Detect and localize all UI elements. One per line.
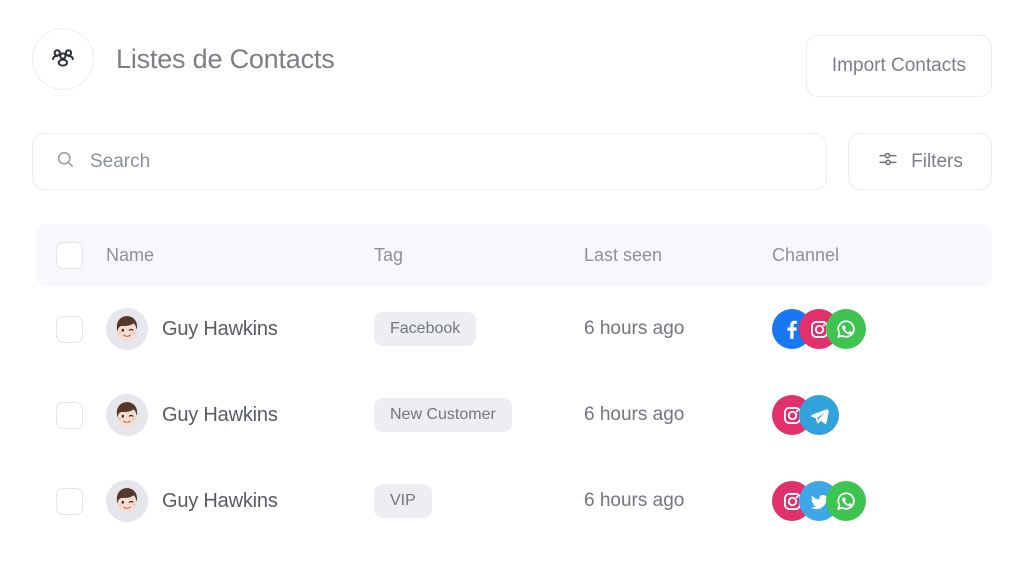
page-header: Listes de Contacts Import Contacts	[0, 0, 1024, 118]
contact-tag-cell: VIP	[374, 484, 584, 518]
contacts-table: Name Tag Last seen Channel Guy Hawkins F…	[36, 224, 992, 544]
contact-name: Guy Hawkins	[162, 489, 278, 512]
avatar	[106, 308, 148, 350]
avatar	[106, 394, 148, 436]
users-group-icon	[32, 28, 94, 90]
table-row[interactable]: Guy Hawkins New Customer 6 hours ago	[36, 372, 992, 458]
column-header-name-label: Name	[106, 244, 155, 265]
last-seen-cell: 6 hours ago	[584, 490, 772, 512]
row-checkbox[interactable]	[56, 315, 83, 343]
contacts-page: Listes de Contacts Import Contacts Searc…	[0, 0, 1024, 562]
row-select-cell	[36, 315, 106, 343]
channel-icon-whatsapp[interactable]	[826, 481, 866, 521]
sliders-icon	[877, 148, 899, 176]
search-box[interactable]	[32, 133, 827, 190]
column-header-name[interactable]: Name	[106, 245, 374, 266]
search-toolbar: Filters	[32, 133, 992, 190]
column-header-tag[interactable]: Tag	[374, 245, 584, 266]
channel-icon-whatsapp[interactable]	[826, 309, 866, 349]
search-input[interactable]	[90, 150, 804, 173]
channel-cell	[772, 481, 992, 521]
import-contacts-button[interactable]: Import Contacts	[805, 35, 992, 97]
last-seen-cell: 6 hours ago	[584, 318, 772, 340]
channel-stack	[772, 395, 839, 435]
avatar	[106, 480, 148, 522]
contact-name-cell: Guy Hawkins	[106, 308, 374, 350]
tag-badge: VIP	[374, 484, 432, 518]
table-header-row: Name Tag Last seen Channel	[36, 224, 992, 286]
filters-button[interactable]: Filters	[848, 133, 992, 190]
table-row[interactable]: Guy Hawkins VIP 6 hours ago	[36, 458, 992, 544]
row-checkbox[interactable]	[56, 401, 83, 429]
tag-badge: New Customer	[374, 398, 512, 432]
last-seen-value: 6 hours ago	[584, 318, 685, 339]
column-header-tag-label: Tag	[374, 244, 404, 265]
channel-cell	[772, 395, 992, 435]
page-title: Listes de Contacts	[116, 43, 335, 74]
column-header-last-seen[interactable]: Last seen	[584, 245, 772, 266]
column-header-last-seen-label: Last seen	[584, 244, 663, 265]
select-all-checkbox[interactable]	[56, 241, 83, 269]
channel-icon-telegram[interactable]	[799, 395, 839, 435]
last-seen-value: 6 hours ago	[584, 404, 685, 425]
row-select-cell	[36, 401, 106, 429]
contact-tag-cell: Facebook	[374, 312, 584, 346]
channel-stack	[772, 309, 866, 349]
contact-name: Guy Hawkins	[162, 403, 278, 426]
row-checkbox[interactable]	[56, 487, 83, 515]
table-row[interactable]: Guy Hawkins Facebook 6 hours ago	[36, 286, 992, 372]
last-seen-cell: 6 hours ago	[584, 404, 772, 426]
table-body: Guy Hawkins Facebook 6 hours ago Guy Haw…	[36, 286, 992, 544]
channel-cell	[772, 309, 992, 349]
channel-stack	[772, 481, 866, 521]
select-all-cell	[36, 241, 106, 269]
search-icon	[55, 149, 76, 175]
title-group: Listes de Contacts	[32, 28, 335, 90]
tag-badge: Facebook	[374, 312, 477, 346]
contact-tag-cell: New Customer	[374, 398, 584, 432]
contact-name: Guy Hawkins	[162, 317, 278, 340]
last-seen-value: 6 hours ago	[584, 490, 685, 511]
column-header-channel[interactable]: Channel	[772, 245, 992, 266]
filters-label: Filters	[911, 150, 963, 172]
column-header-channel-label: Channel	[772, 244, 840, 265]
contact-name-cell: Guy Hawkins	[106, 394, 374, 436]
contact-name-cell: Guy Hawkins	[106, 480, 374, 522]
row-select-cell	[36, 487, 106, 515]
